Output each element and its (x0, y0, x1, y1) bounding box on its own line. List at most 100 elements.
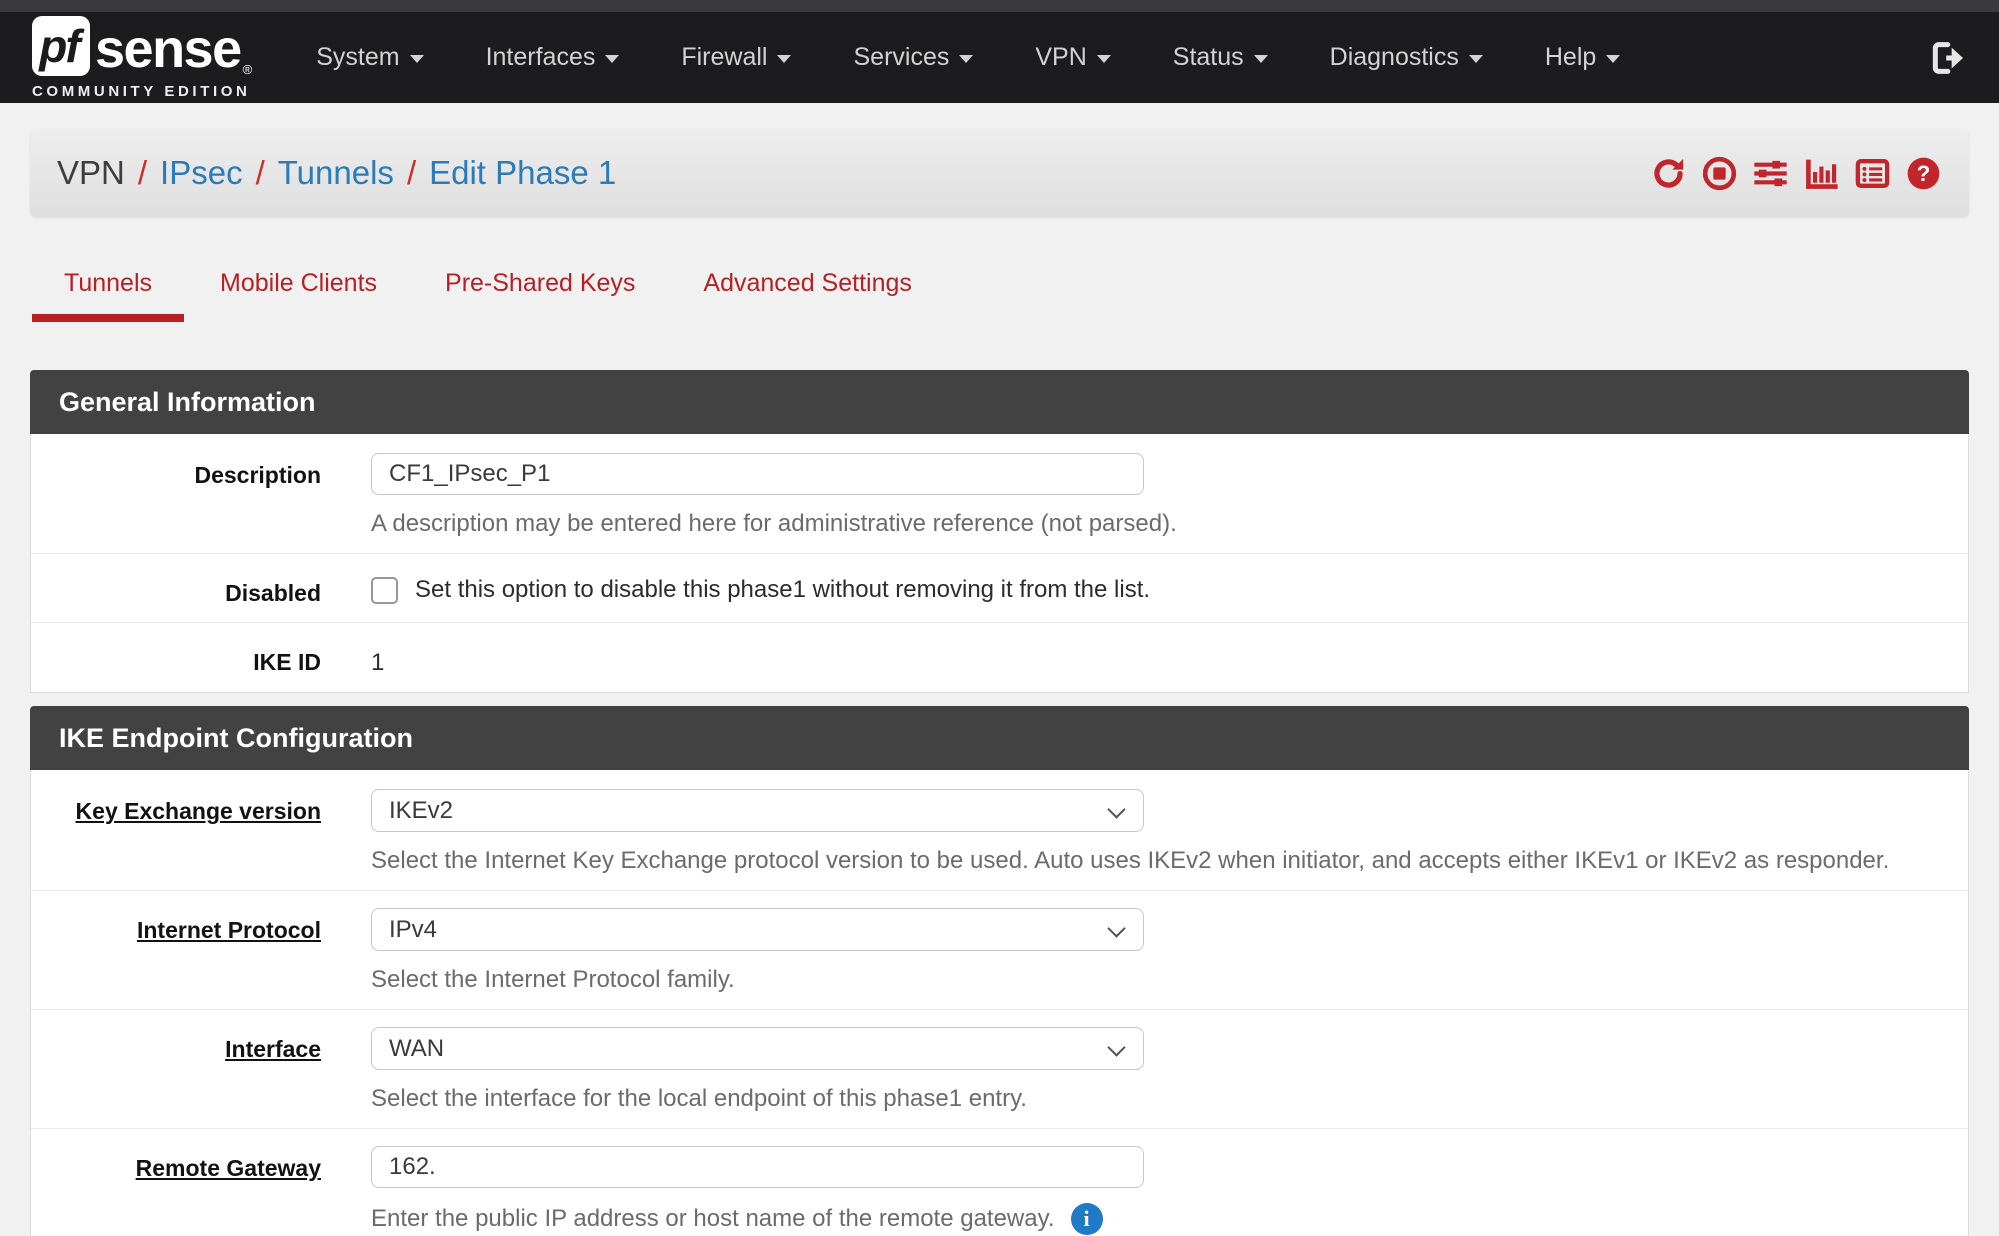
remote-gateway-label: Remote Gateway (59, 1146, 321, 1235)
row-remote-gateway: Remote Gateway Enter the public IP addre… (31, 1129, 1968, 1236)
nav-item-label: Diagnostics (1330, 43, 1459, 72)
key-exchange-version-help: Select the Internet Key Exchange protoco… (371, 847, 1889, 875)
select-value: IPv4 (389, 916, 437, 944)
nav-item-help[interactable]: Help (1545, 43, 1620, 72)
description-input[interactable] (371, 453, 1144, 495)
browser-top-strip (0, 0, 1999, 12)
breadcrumb-separator: / (138, 154, 147, 192)
ike-id-value: 1 (371, 640, 384, 677)
key-exchange-version-label: Key Exchange version (59, 789, 321, 875)
key-exchange-version-select[interactable]: IKEv2 (371, 789, 1144, 832)
interface-label: Interface (59, 1027, 321, 1113)
nav-item-status[interactable]: Status (1173, 43, 1268, 72)
registered-mark: ® (243, 63, 253, 76)
bar-chart-icon[interactable] (1803, 155, 1840, 192)
pfsense-logo-row: pf sense ® (32, 16, 252, 76)
row-internet-protocol: Internet Protocol IPv4 Select the Intern… (31, 891, 1968, 1010)
help-text: Select the Internet Protocol family. (371, 966, 735, 994)
breadcrumb: VPN / IPsec / Tunnels / Edit Phase 1 (57, 154, 616, 192)
section-ike-endpoint-configuration: IKE Endpoint Configuration Key Exchange … (30, 706, 1969, 1236)
nav-item-label: Firewall (681, 43, 767, 72)
page-action-icons: ? (1650, 155, 1942, 192)
disabled-checkbox[interactable] (371, 577, 398, 604)
help-text: Select the Internet Key Exchange protoco… (371, 847, 1889, 875)
nav-item-vpn[interactable]: VPN (1035, 43, 1110, 72)
tab-tunnels[interactable]: Tunnels (30, 269, 186, 322)
nav-item-label: Services (853, 43, 949, 72)
help-circle-icon[interactable]: ? (1905, 155, 1942, 192)
chevron-down-icon (1107, 800, 1125, 818)
nav-menu: System Interfaces Firewall Services VPN … (316, 43, 1620, 72)
tab-pre-shared-keys[interactable]: Pre-Shared Keys (411, 269, 669, 322)
sign-out-icon[interactable] (1927, 38, 1967, 78)
breadcrumb-panel: VPN / IPsec / Tunnels / Edit Phase 1 ? (30, 129, 1969, 217)
interface-help: Select the interface for the local endpo… (371, 1085, 1144, 1113)
chevron-down-icon (959, 55, 973, 63)
sliders-icon[interactable] (1752, 155, 1789, 192)
pfsense-logo[interactable]: pf sense ® COMMUNITY EDITION (32, 16, 252, 100)
nav-item-services[interactable]: Services (853, 43, 973, 72)
remote-gateway-input[interactable] (371, 1146, 1144, 1188)
chevron-down-icon (1107, 919, 1125, 937)
chevron-down-icon (1254, 55, 1268, 63)
section-title: IKE Endpoint Configuration (30, 706, 1969, 770)
chevron-down-icon (1606, 55, 1620, 63)
row-description: Description A description may be entered… (31, 436, 1968, 554)
chevron-down-icon (410, 55, 424, 63)
chevron-down-icon (1469, 55, 1483, 63)
internet-protocol-help: Select the Internet Protocol family. (371, 966, 1144, 994)
interface-select[interactable]: WAN (371, 1027, 1144, 1070)
description-label: Description (59, 453, 321, 538)
row-ike-id: IKE ID 1 (31, 623, 1968, 692)
breadcrumb-root: VPN (57, 154, 125, 192)
pf-logo-icon: pf (32, 16, 90, 76)
breadcrumb-separator: / (256, 154, 265, 192)
navbar: pf sense ® COMMUNITY EDITION System Inte… (0, 12, 1999, 103)
row-key-exchange-version: Key Exchange version IKEv2 Select the In… (31, 772, 1968, 891)
select-value: WAN (389, 1035, 444, 1063)
nav-item-label: VPN (1035, 43, 1086, 72)
section-body: Description A description may be entered… (30, 434, 1969, 693)
description-help: A description may be entered here for ad… (371, 510, 1177, 538)
svg-text:?: ? (1917, 161, 1931, 186)
list-icon[interactable] (1854, 155, 1891, 192)
internet-protocol-select[interactable]: IPv4 (371, 908, 1144, 951)
remote-gateway-help: Enter the public IP address or host name… (371, 1203, 1144, 1235)
nav-item-diagnostics[interactable]: Diagnostics (1330, 43, 1483, 72)
nav-item-label: Interfaces (486, 43, 596, 72)
info-icon[interactable]: i (1071, 1203, 1103, 1235)
breadcrumb-link-ipsec[interactable]: IPsec (160, 154, 243, 192)
stop-circle-icon[interactable] (1701, 155, 1738, 192)
breadcrumb-separator: / (407, 154, 416, 192)
sense-logo-text: sense (95, 22, 241, 76)
chevron-down-icon (1107, 1038, 1125, 1056)
section-body: Key Exchange version IKEv2 Select the In… (30, 770, 1969, 1236)
community-edition-label: COMMUNITY EDITION (32, 83, 252, 100)
nav-item-label: Help (1545, 43, 1596, 72)
pf-logo-text: pf (39, 19, 82, 73)
tab-advanced-settings[interactable]: Advanced Settings (669, 269, 945, 322)
disabled-label: Disabled (59, 571, 321, 607)
nav-item-firewall[interactable]: Firewall (681, 43, 791, 72)
row-disabled: Disabled Set this option to disable this… (31, 554, 1968, 623)
tab-bar: Tunnels Mobile Clients Pre-Shared Keys A… (30, 269, 1969, 322)
help-text: A description may be entered here for ad… (371, 510, 1177, 538)
nav-item-label: System (316, 43, 399, 72)
chevron-down-icon (605, 55, 619, 63)
row-interface: Interface WAN Select the interface for t… (31, 1010, 1968, 1129)
nav-item-interfaces[interactable]: Interfaces (486, 43, 620, 72)
ike-id-label: IKE ID (59, 640, 321, 677)
disabled-checkbox-label: Set this option to disable this phase1 w… (415, 576, 1150, 604)
breadcrumb-link-tunnels[interactable]: Tunnels (278, 154, 394, 192)
chevron-down-icon (777, 55, 791, 63)
internet-protocol-label: Internet Protocol (59, 908, 321, 994)
tab-mobile-clients[interactable]: Mobile Clients (186, 269, 411, 322)
nav-item-system[interactable]: System (316, 43, 423, 72)
help-text: Enter the public IP address or host name… (371, 1205, 1055, 1233)
help-text: Select the interface for the local endpo… (371, 1085, 1027, 1113)
select-value: IKEv2 (389, 797, 453, 825)
chevron-down-icon (1097, 55, 1111, 63)
breadcrumb-link-edit-phase1[interactable]: Edit Phase 1 (429, 154, 616, 192)
section-general-information: General Information Description A descri… (30, 370, 1969, 693)
refresh-icon[interactable] (1650, 155, 1687, 192)
